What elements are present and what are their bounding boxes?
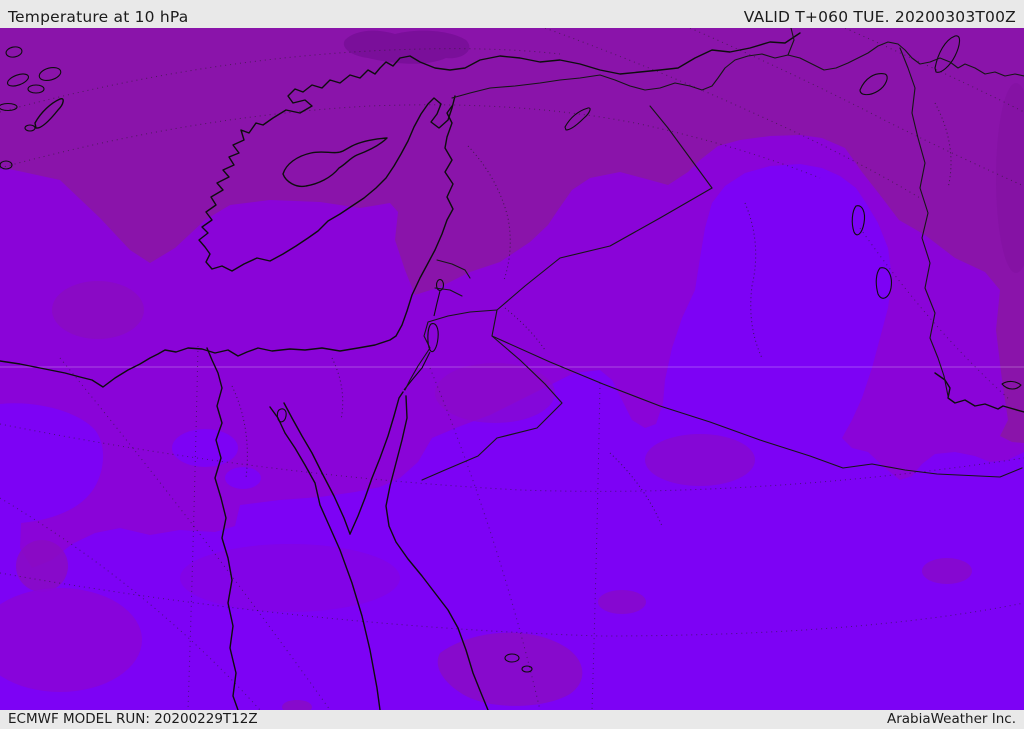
weather-map-window: Temperature at 10 hPa VALID T+060 TUE. 2… [0, 0, 1024, 729]
temp-bright-lobe-med2 [225, 467, 261, 489]
model-run-label: ECMWF MODEL RUN: 20200229T12Z [8, 710, 258, 727]
header-bar: Temperature at 10 hPa VALID T+060 TUE. 2… [0, 0, 1024, 28]
temp-patch-left-lobe [16, 540, 68, 592]
temp-patch-sinai-north [435, 363, 555, 423]
temp-patch-small-1 [598, 590, 646, 614]
temp-patch-saudi-nw [645, 434, 755, 486]
temp-patch-south-subtle [180, 544, 400, 612]
map-title: Temperature at 10 hPa [8, 7, 189, 26]
temp-patch-med-west [52, 281, 144, 339]
temp-patch-small-2 [922, 558, 972, 584]
credit-label: ArabiaWeather Inc. [886, 710, 1016, 727]
temperature-map-svg [0, 28, 1024, 710]
valid-time-label: VALID T+060 TUE. 20200303T00Z [743, 7, 1016, 26]
footer-bar: ECMWF MODEL RUN: 20200229T12Z ArabiaWeat… [0, 710, 1024, 729]
map-canvas [0, 28, 1024, 710]
temp-bright-lobe-med1 [172, 429, 238, 467]
